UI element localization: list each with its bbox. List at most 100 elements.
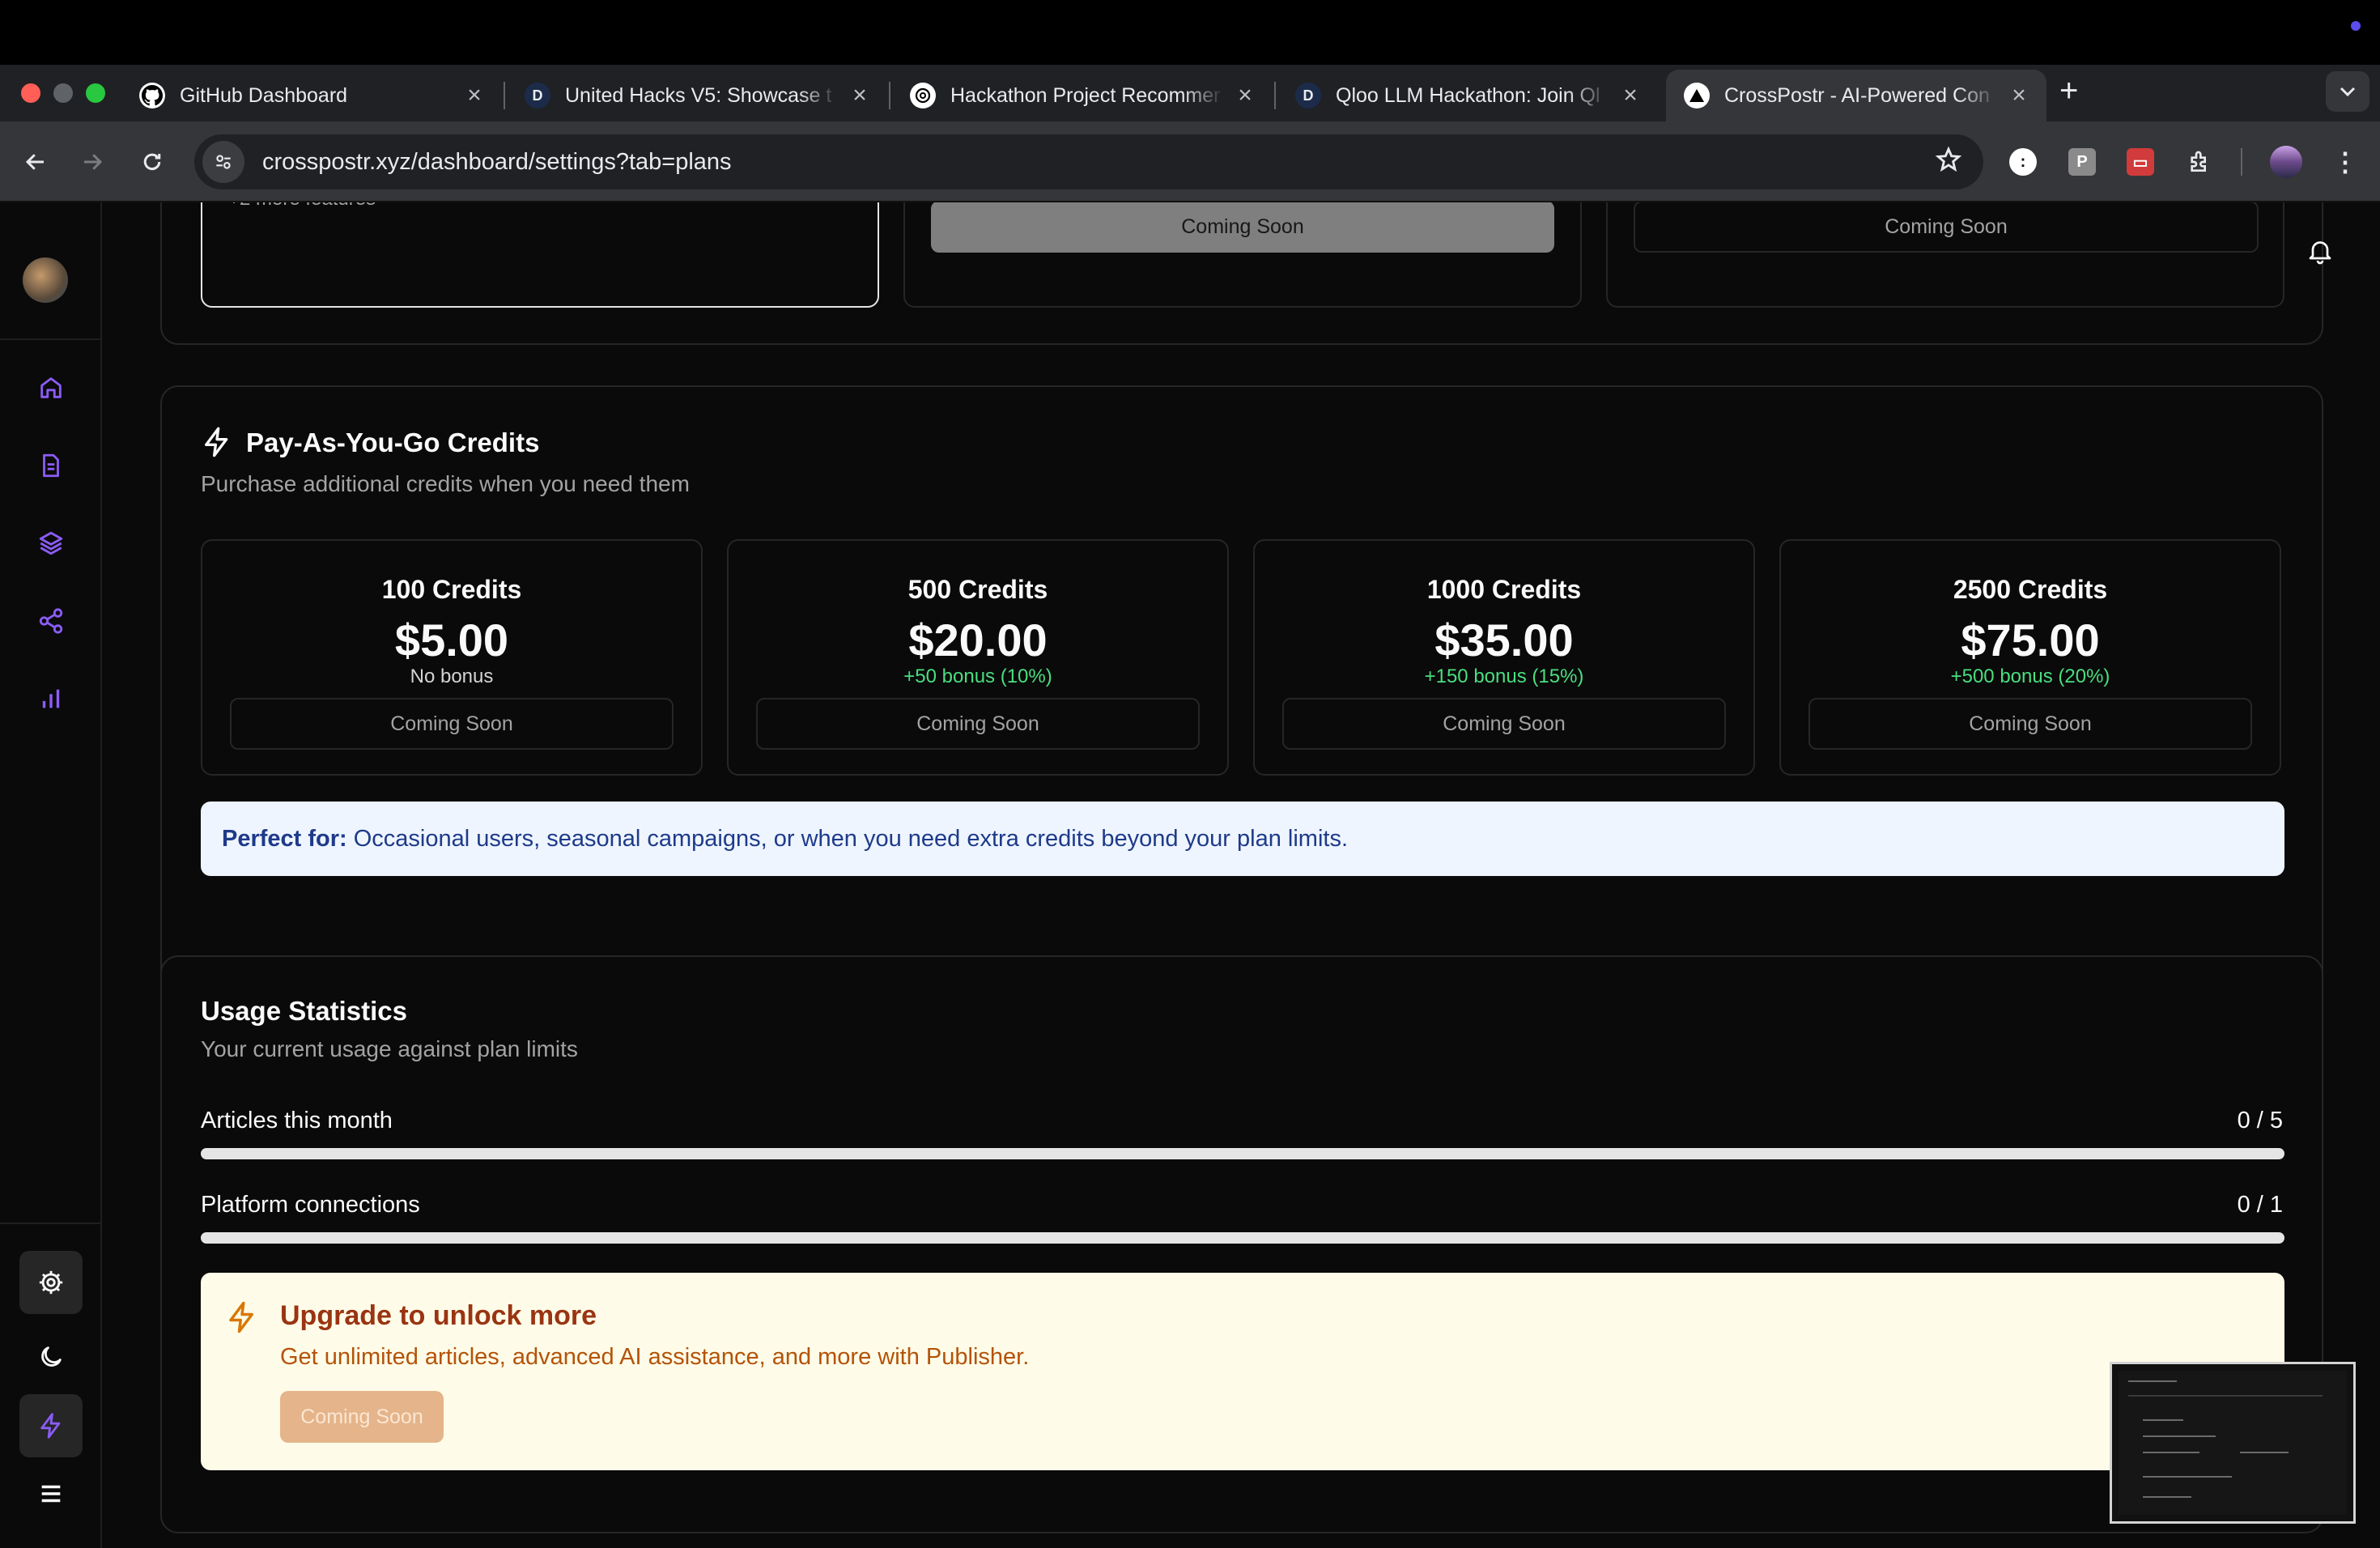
stat-label: Platform connections xyxy=(201,1192,420,1218)
extension-red-icon[interactable]: ▭ xyxy=(2127,148,2154,176)
section-title: Usage Statistics xyxy=(201,996,407,1026)
plan-card-current: +2 more features xyxy=(201,202,879,308)
sidebar-item-home[interactable] xyxy=(19,356,83,419)
url-text: crosspostr.xyz/dashboard/settings?tab=pl… xyxy=(262,148,732,175)
coming-soon-button[interactable]: Coming Soon xyxy=(931,202,1554,253)
credit-pack-name: 100 Credits xyxy=(381,575,522,604)
bar-chart-icon xyxy=(42,689,60,708)
upgrade-button[interactable]: Coming Soon xyxy=(280,1391,444,1443)
theme-toggle-button[interactable] xyxy=(19,1325,83,1389)
back-button[interactable] xyxy=(18,144,53,180)
browser-tab[interactable]: D Qloo LLM Hackathon: Join Ql × xyxy=(1277,70,1658,121)
home-icon xyxy=(40,377,62,398)
perfect-for-callout: Perfect for: Occasional users, seasonal … xyxy=(201,802,2284,876)
browser-tab[interactable]: Hackathon Project Recommer × xyxy=(892,70,1273,121)
tab-separator xyxy=(889,82,890,109)
buy-credits-button[interactable]: Coming Soon xyxy=(1282,698,1726,750)
credit-pack: 2500 Credits $75.00 +500 bonus (20%) Com… xyxy=(1779,539,2281,776)
more-menu-icon[interactable]: ⋮ xyxy=(2331,147,2359,176)
buy-credits-button[interactable]: Coming Soon xyxy=(1808,698,2252,750)
puzzle-icon[interactable] xyxy=(2186,148,2213,176)
buy-credits-button[interactable]: Coming Soon xyxy=(230,698,674,750)
thumbnail-line xyxy=(2143,1419,2183,1421)
credit-pack-price: $20.00 xyxy=(908,615,1048,666)
perfect-for-label: Perfect for: xyxy=(222,825,347,852)
perfect-for-text: Occasional users, seasonal campaigns, or… xyxy=(353,825,1349,852)
stat-label: Articles this month xyxy=(201,1108,393,1133)
credit-pack-bonus: +500 bonus (20%) xyxy=(1950,666,2110,687)
credit-pack: 100 Credits $5.00 No bonus Coming Soon xyxy=(201,539,703,776)
thumbnail-line xyxy=(2143,1435,2216,1437)
sidebar-divider xyxy=(0,338,102,340)
upgrade-subtitle: Get unlimited articles, advanced AI assi… xyxy=(280,1344,1030,1370)
site-info-icon[interactable] xyxy=(202,141,244,183)
minimize-window-button[interactable] xyxy=(53,83,73,103)
progress-bar xyxy=(201,1148,2284,1159)
browser-tab-active[interactable]: CrossPostr - AI-Powered Con × xyxy=(1666,70,2046,121)
sidebar-item-connections[interactable] xyxy=(19,589,83,653)
reload-button[interactable] xyxy=(134,144,170,180)
address-bar[interactable]: crosspostr.xyz/dashboard/settings?tab=pl… xyxy=(194,134,1983,189)
tab-separator xyxy=(1274,82,1276,109)
thumbnail-line xyxy=(2143,1476,2232,1478)
credit-pack-name: 500 Credits xyxy=(907,575,1048,604)
stat-value: 0 / 1 xyxy=(2237,1192,2283,1218)
tab-title: CrossPostr - AI-Powered Con xyxy=(1724,83,1990,107)
sidebar xyxy=(0,202,102,1548)
sidebar-item-credits[interactable] xyxy=(19,1394,83,1457)
sidebar-item-analytics[interactable] xyxy=(19,667,83,730)
extension-p-icon[interactable]: P xyxy=(2068,148,2096,176)
tab-title: Qloo LLM Hackathon: Join Ql xyxy=(1336,83,1600,107)
extension-icon[interactable]: : xyxy=(2009,148,2037,176)
tab-title: Hackathon Project Recommer xyxy=(950,83,1221,107)
new-tab-button[interactable]: + xyxy=(2059,73,2078,109)
close-tab-icon[interactable]: × xyxy=(465,82,484,109)
stat-value: 0 / 5 xyxy=(2237,1108,2283,1133)
forward-button[interactable] xyxy=(74,144,110,180)
coming-soon-button[interactable]: Coming Soon xyxy=(1634,202,2259,253)
devpost-icon: D xyxy=(1295,83,1321,108)
close-tab-icon[interactable]: × xyxy=(1621,82,1640,109)
browser-tab[interactable]: GitHub Dashboard × xyxy=(121,70,502,121)
thumbnail-line xyxy=(2143,1452,2199,1453)
close-tab-icon[interactable]: × xyxy=(850,82,869,109)
notification-bell-icon[interactable] xyxy=(2306,236,2338,269)
thumbnail-content xyxy=(2119,1371,2347,1515)
profile-avatar[interactable] xyxy=(2270,146,2302,178)
github-icon xyxy=(139,83,165,108)
sidebar-item-articles[interactable] xyxy=(19,434,83,497)
sidebar-item-layers[interactable] xyxy=(19,512,83,575)
vercel-icon xyxy=(1684,83,1710,108)
plans-card: +2 more features Coming Soon Coming Soon xyxy=(160,202,2323,345)
close-tab-icon[interactable]: × xyxy=(2009,82,2029,109)
moon-icon xyxy=(41,1346,62,1367)
tab-separator xyxy=(504,82,505,109)
thumbnail-line xyxy=(2128,1380,2177,1382)
status-dot xyxy=(2351,21,2361,31)
credit-pack-price: $35.00 xyxy=(1434,615,1574,666)
lightning-icon xyxy=(205,427,228,457)
screen-preview-thumbnail[interactable] xyxy=(2110,1362,2356,1524)
plan-card-publisher: Coming Soon xyxy=(1606,202,2284,308)
close-window-button[interactable] xyxy=(21,83,40,103)
browser-tab[interactable]: D United Hacks V5: Showcase t × xyxy=(507,70,887,121)
user-avatar[interactable] xyxy=(23,257,68,303)
chevron-down-icon xyxy=(2340,87,2356,97)
tab-search-button[interactable] xyxy=(2326,71,2369,112)
usage-statistics-card: Usage Statistics Your current usage agai… xyxy=(160,955,2323,1533)
buy-credits-button[interactable]: Coming Soon xyxy=(756,698,1200,750)
gear-icon xyxy=(39,1270,63,1295)
credit-pack-name: 1000 Credits xyxy=(1426,575,1582,604)
sidebar-item-settings[interactable] xyxy=(19,1251,83,1314)
thumbnail-line xyxy=(2128,1395,2323,1397)
arrow-left-icon xyxy=(25,154,44,170)
bookmark-star-icon[interactable] xyxy=(1935,146,1962,181)
close-tab-icon[interactable]: × xyxy=(1235,82,1255,109)
credit-pack-price: $5.00 xyxy=(394,615,509,666)
layers-icon xyxy=(39,531,63,555)
more-features-text: +2 more features xyxy=(228,202,376,211)
share-icon xyxy=(39,608,63,634)
credit-pack-price: $75.00 xyxy=(1961,615,2100,666)
menu-button[interactable] xyxy=(19,1462,83,1525)
maximize-window-button[interactable] xyxy=(86,83,105,103)
